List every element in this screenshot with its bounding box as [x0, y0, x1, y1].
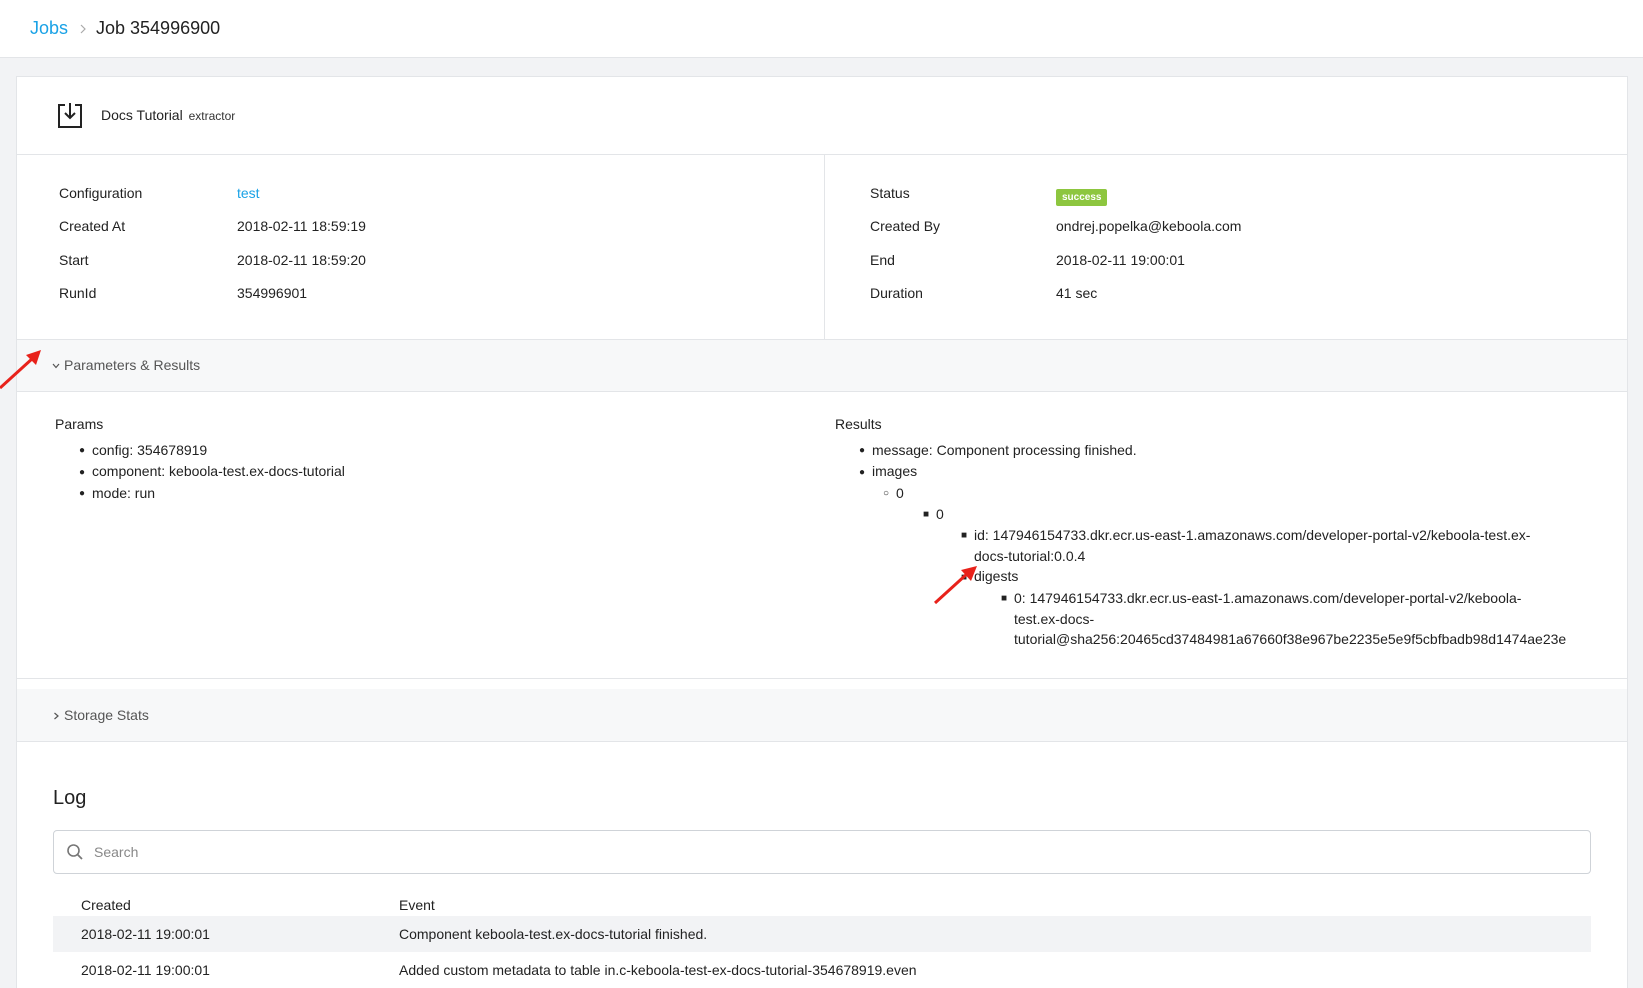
results-list: ● message: Component processing finished.…	[852, 440, 1566, 649]
detail-value: 2018-02-11 18:59:19	[237, 218, 366, 234]
section-title: Storage Stats	[64, 707, 149, 723]
detail-label: End	[870, 252, 895, 268]
annotation-arrow-icon	[0, 350, 41, 390]
job-details: Configuration test Created At 2018-02-11…	[17, 155, 1627, 340]
detail-label: Configuration	[59, 185, 143, 201]
chevron-right-icon	[54, 712, 59, 720]
log-search	[53, 830, 1591, 874]
component-name-text: Docs Tutorial	[101, 107, 183, 123]
detail-label: Status	[870, 185, 910, 201]
search-icon	[67, 844, 83, 860]
table-row[interactable]: 2018-02-11 19:00:01 Component keboola-te…	[53, 916, 1591, 952]
extractor-download-icon	[58, 103, 82, 128]
list-item: ■ id: 147946154733.dkr.ecr.us-east-1.amaz…	[960, 527, 1531, 544]
detail-label: Duration	[870, 285, 923, 301]
breadcrumb: Jobs Job 354996900	[0, 0, 1643, 58]
params-title: Params	[55, 416, 104, 432]
list-item: ● message: Component processing finished.	[858, 442, 1137, 458]
log-event: Added custom metadata to table in.c-kebo…	[399, 962, 917, 978]
detail-value: 41 sec	[1056, 285, 1098, 301]
configuration-link[interactable]: test	[237, 185, 260, 201]
list-item: ■ 0	[922, 505, 944, 522]
log-event: Component keboola-test.ex-docs-tutorial …	[399, 926, 708, 942]
log-created: 2018-02-11 19:00:01	[81, 926, 210, 942]
detail-label: RunId	[59, 285, 97, 301]
list-item: ● config: 354678919	[78, 442, 208, 458]
search-input[interactable]	[94, 841, 1574, 863]
column-divider	[824, 155, 825, 340]
detail-label: Created At	[59, 218, 126, 234]
parameters-results-panel: Params ● config: 354678919 ● component: ke…	[17, 392, 1627, 679]
list-item: ● images	[858, 463, 918, 480]
component-type: extractor	[188, 109, 236, 123]
detail-value: 2018-02-11 19:00:01	[1056, 252, 1185, 268]
section-title: Parameters & Results	[64, 357, 201, 373]
log-created: 2018-02-11 19:00:01	[81, 962, 210, 978]
params-list: ● config: 354678919 ● component: keboola-t…	[72, 440, 345, 504]
component-header: Docs Tutorial extractor	[17, 77, 1627, 155]
job-detail-card: Docs Tutorial extractor Configuration te…	[16, 76, 1628, 988]
annotation-arrow-icon	[933, 566, 977, 605]
detail-label: Created By	[870, 218, 941, 234]
list-item: tutorial@sha256:20465cd37484981a67660f38…	[1014, 631, 1567, 648]
detail-value: 354996901	[237, 285, 308, 301]
storage-stats-toggle[interactable]: Storage Stats	[17, 689, 1627, 742]
chevron-right-icon	[80, 24, 86, 34]
table-row[interactable]: 2018-02-11 19:00:01 Added custom metadat…	[53, 952, 1591, 988]
detail-value: 2018-02-11 18:59:20	[237, 252, 366, 268]
list-item: ● component: keboola-test.ex-docs-tutoria…	[78, 463, 345, 480]
list-item: ○ 0	[882, 484, 904, 501]
column-header-created: Created	[81, 897, 131, 913]
column-header-event: Event	[399, 897, 435, 913]
chevron-down-icon	[52, 363, 60, 369]
detail-value: ondrej.popelka@keboola.com	[1056, 218, 1242, 234]
list-item: ● mode: run	[78, 484, 156, 501]
list-item: test.ex-docs-	[1014, 611, 1095, 628]
page-title: Job 354996900	[96, 18, 221, 38]
breadcrumb-jobs-link[interactable]: Jobs	[30, 18, 68, 39]
log-title: Log	[53, 787, 87, 809]
parameters-results-toggle[interactable]: Parameters & Results	[17, 340, 1627, 392]
results-title: Results	[835, 416, 882, 432]
component-name: Docs Tutorial extractor	[101, 107, 235, 123]
status-badge: success	[1056, 189, 1108, 206]
detail-label: Start	[59, 252, 89, 268]
